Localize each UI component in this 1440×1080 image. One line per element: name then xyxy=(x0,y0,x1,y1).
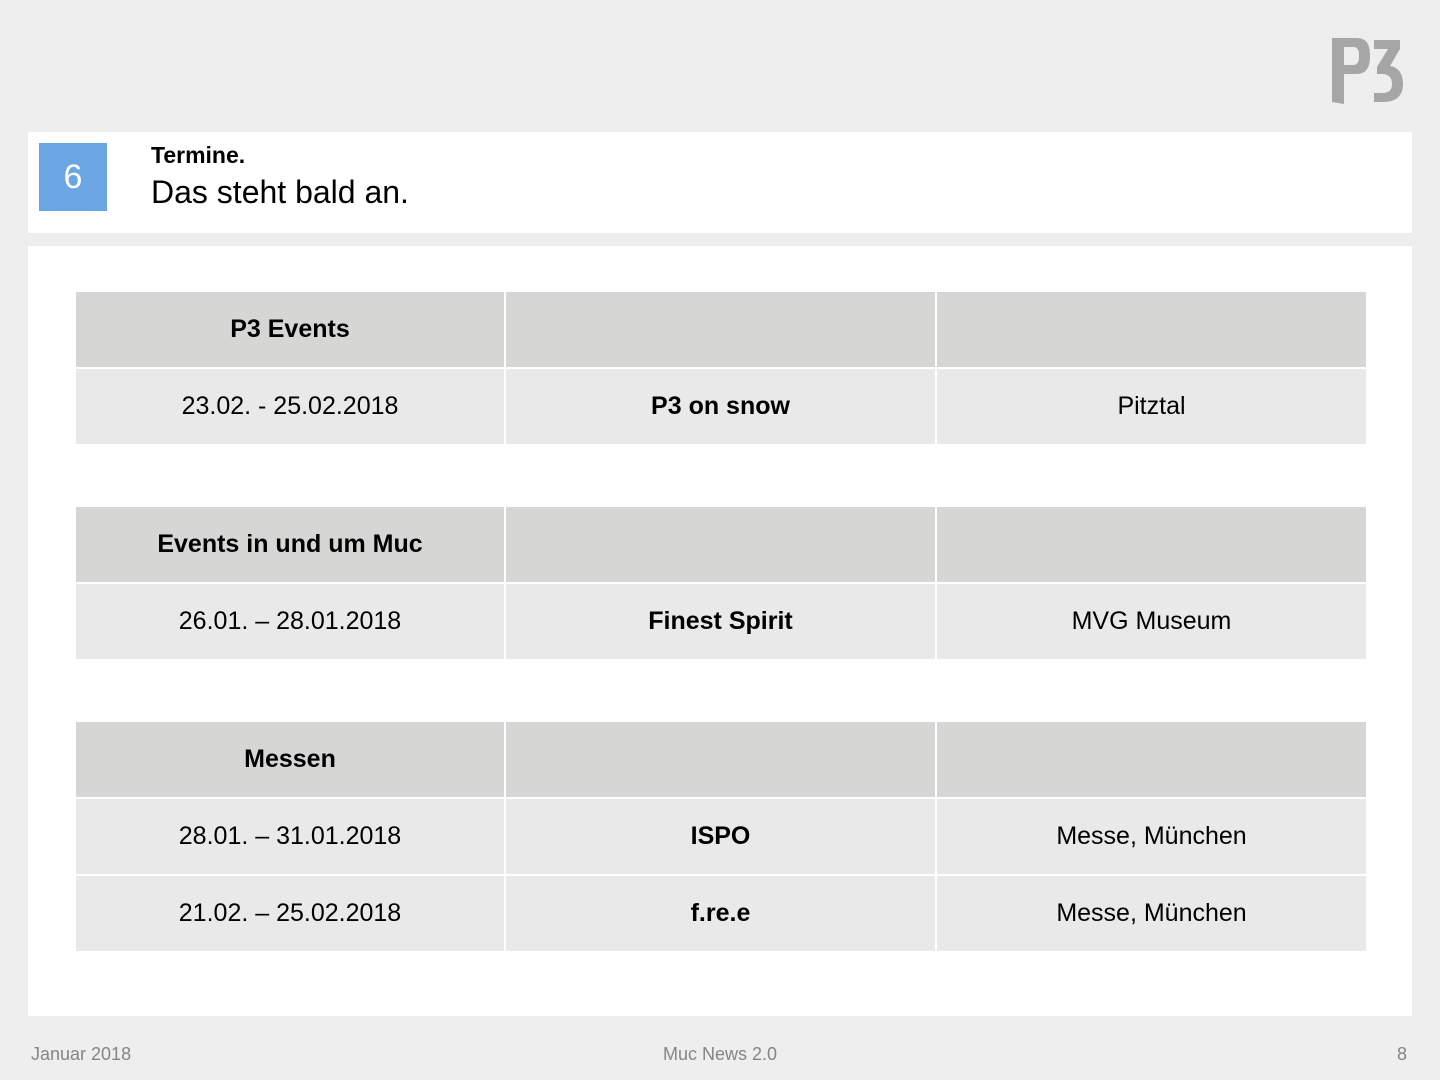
table-header-cell-empty xyxy=(935,720,1368,799)
events-table-p3: P3 Events 23.02. - 25.02.2018 P3 on snow… xyxy=(74,290,1368,446)
event-name: f.re.e xyxy=(504,874,937,953)
table-header-cell-empty xyxy=(504,720,937,799)
slide-title: Das steht bald an. xyxy=(151,174,409,210)
chapter-number-badge: 6 xyxy=(39,143,107,211)
event-name: Finest Spirit xyxy=(504,582,937,661)
table-header-row: Messen xyxy=(74,720,1368,799)
event-location: Messe, München xyxy=(935,797,1368,876)
slide-kicker: Termine. xyxy=(151,142,246,168)
event-date: 21.02. – 25.02.2018 xyxy=(74,874,506,953)
table-category-heading: Events in und um Muc xyxy=(74,505,506,584)
events-table-muc: Events in und um Muc 26.01. – 28.01.2018… xyxy=(74,505,1368,661)
event-date: 26.01. – 28.01.2018 xyxy=(74,582,506,661)
table-header-cell-empty xyxy=(935,505,1368,584)
p3-logo xyxy=(1332,38,1403,104)
table-row: 23.02. - 25.02.2018 P3 on snow Pitztal xyxy=(74,367,1368,446)
event-name: ISPO xyxy=(504,797,937,876)
event-date: 23.02. - 25.02.2018 xyxy=(74,367,506,446)
footer-title: Muc News 2.0 xyxy=(662,1044,778,1064)
table-header-cell-empty xyxy=(504,290,937,369)
event-name: P3 on snow xyxy=(504,367,937,446)
content-panel: P3 Events 23.02. - 25.02.2018 P3 on snow… xyxy=(28,246,1412,1016)
table-header-row: P3 Events xyxy=(74,290,1368,369)
table-category-heading: P3 Events xyxy=(74,290,506,369)
table-header-cell-empty xyxy=(504,505,937,584)
event-date: 28.01. – 31.01.2018 xyxy=(74,797,506,876)
event-location: MVG Museum xyxy=(935,582,1368,661)
page-number: 8 xyxy=(1396,1044,1407,1064)
event-location: Pitztal xyxy=(935,367,1368,446)
table-category-heading: Messen xyxy=(74,720,506,799)
table-header-cell-empty xyxy=(935,290,1368,369)
table-header-row: Events in und um Muc xyxy=(74,505,1368,584)
table-row: 26.01. – 28.01.2018 Finest Spirit MVG Mu… xyxy=(74,582,1368,661)
events-table-messen: Messen 28.01. – 31.01.2018 ISPO Messe, M… xyxy=(74,720,1368,953)
table-row: 28.01. – 31.01.2018 ISPO Messe, München xyxy=(74,797,1368,876)
table-row: 21.02. – 25.02.2018 f.re.e Messe, Münche… xyxy=(74,874,1368,953)
title-band: 6 Termine. Das steht bald an. xyxy=(28,132,1412,233)
event-location: Messe, München xyxy=(935,874,1368,953)
